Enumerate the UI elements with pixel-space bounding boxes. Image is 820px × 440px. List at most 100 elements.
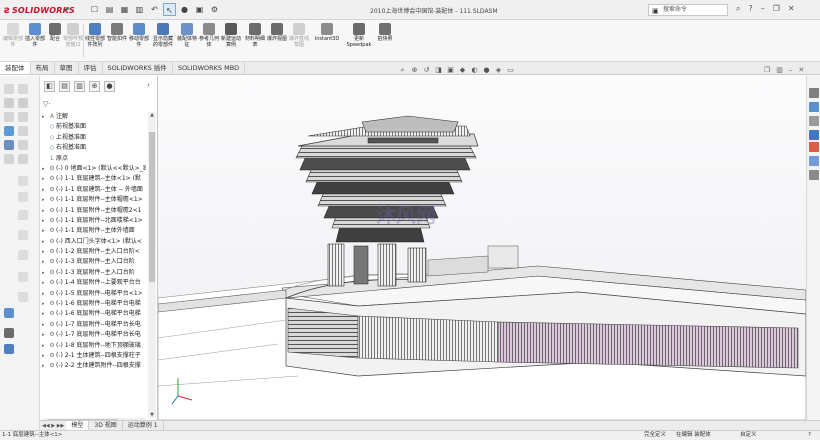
tool-icon[interactable]: [18, 154, 28, 164]
configuration-manager-tab-icon[interactable]: ▥: [74, 81, 85, 92]
tool-icon[interactable]: [18, 84, 28, 94]
rebuild-icon[interactable]: ●: [178, 3, 191, 16]
tree-node[interactable]: ▸ ⚙(-) 1-1 底层附件--北面楼梯<1>: [42, 216, 146, 226]
tool-icon[interactable]: [18, 292, 28, 302]
tree-node[interactable]: ▸ ⚙(-) 1-1 底层建筑--主体 -- 外墙面: [42, 185, 146, 195]
search-commands-input[interactable]: ▣ 搜索命令: [648, 4, 728, 16]
tree-node[interactable]: ▸ ⚙(-) 1-6 底层附件--电梯平台电梯: [42, 299, 146, 309]
scene-icon[interactable]: ◈: [494, 66, 503, 75]
zoom-area-icon[interactable]: ⊕: [410, 66, 419, 75]
tool-icon[interactable]: [4, 126, 14, 136]
help-icon[interactable]: ?: [748, 4, 752, 14]
move-component-button[interactable]: 移动零部件: [128, 23, 150, 48]
tool-icon[interactable]: [18, 230, 28, 240]
tree-node[interactable]: ▸ ⚙(-) 西入口门头字体<1> (默认<: [42, 237, 146, 247]
scrollbar-thumb[interactable]: [149, 132, 155, 282]
feature-tree-tab-icon[interactable]: ◧: [44, 81, 55, 92]
tree-node[interactable]: ▸ ⚙(-) 1-4 底层附件--上要观平台台: [42, 278, 146, 288]
tree-node[interactable]: ▸ ⚙(-) 1-1 底层附件--主体帽檐2<1: [42, 206, 146, 216]
tree-node[interactable]: ▸ A 注解: [42, 112, 146, 122]
options-gear-icon[interactable]: ⚙: [208, 3, 221, 16]
tab-mbd[interactable]: SOLIDWORKS MBD: [173, 62, 246, 74]
tab-addins[interactable]: SOLIDWORKS 插件: [103, 62, 173, 74]
chevron-right-icon[interactable]: ›: [143, 81, 154, 92]
tree-node[interactable]: ▸ ⚙(-) 2-1 主体建筑--四根支撑柱子: [42, 351, 146, 361]
tree-node[interactable]: ▸ ⚙(-) 1-3 底层附件--主入口台阶: [42, 268, 146, 278]
tool-icon[interactable]: [4, 328, 14, 338]
tree-node[interactable]: ◇ 前视基准面: [42, 122, 146, 132]
status-units[interactable]: 自定义: [740, 431, 757, 440]
reference-geometry-button[interactable]: 参考几何体: [198, 23, 220, 48]
new-motion-study-button[interactable]: 新建运动算例: [220, 23, 242, 48]
edit-appearance-icon[interactable]: ●: [482, 66, 491, 75]
instant3d-button[interactable]: Instant3D: [312, 23, 342, 42]
tab-model[interactable]: 模型: [66, 421, 90, 430]
tab-3d-views[interactable]: 3D 视图: [89, 421, 123, 430]
tree-node[interactable]: ▸ ⚙(-) 1-1 底层附件--主体外墙面: [42, 226, 146, 236]
home-icon[interactable]: [809, 88, 819, 98]
close-icon[interactable]: ✕: [788, 4, 795, 14]
viewport-minimize-icon[interactable]: –: [789, 66, 793, 74]
previous-view-icon[interactable]: ↺: [422, 66, 431, 75]
select-icon[interactable]: ↖: [163, 3, 176, 16]
tab-nav-arrows-icon[interactable]: ◀◀ ▶ ▶▶: [40, 423, 66, 429]
graphics-area[interactable]: 沐风网: [158, 76, 806, 420]
tree-node[interactable]: ▸ ⚙(-) 1-6 底层附件--电梯平台电梯: [42, 309, 146, 319]
tree-node[interactable]: ▸ ⚙(-) 1-8 底层附件--地下顶棚玻璃: [42, 341, 146, 351]
tool-icon[interactable]: [18, 140, 28, 150]
update-speedpak-button[interactable]: 更新Speedpak: [344, 23, 374, 48]
tree-node[interactable]: ▸ ⚙(-) 1-2 底层附件--主入口台阶<: [42, 247, 146, 257]
view-orientation-icon[interactable]: ▣: [446, 66, 455, 75]
tab-assembly[interactable]: 装配体: [0, 62, 31, 74]
scroll-up-icon[interactable]: ▲: [148, 112, 156, 118]
tree-node[interactable]: ◇ 右视基准面: [42, 143, 146, 153]
section-view-icon[interactable]: ◨: [434, 66, 443, 75]
tree-node[interactable]: ▸ ⚙(-) 1-1 底层附件--主体帽檐<1>: [42, 195, 146, 205]
zoom-to-fit-icon[interactable]: ⌕: [398, 66, 407, 75]
tab-evaluate[interactable]: 评估: [79, 62, 103, 74]
tree-node[interactable]: ▸ ⚙(-) 1-7 底层附件--电梯平台长电: [42, 320, 146, 330]
file-properties-icon[interactable]: ▣: [193, 3, 206, 16]
tool-icon[interactable]: [18, 112, 28, 122]
dimxpert-tab-icon[interactable]: ⊕: [89, 81, 100, 92]
tool-icon[interactable]: [18, 210, 28, 220]
display-style-icon[interactable]: ◆: [458, 66, 467, 75]
tool-icon[interactable]: [4, 98, 14, 108]
design-library-icon[interactable]: [809, 116, 819, 126]
solidworks-logo[interactable]: ƨ SOLIDWORKS: [4, 3, 75, 17]
exploded-view-button[interactable]: 爆炸视图: [266, 23, 288, 42]
tree-node[interactable]: ▸ ⚙(-) 1-3 底层附件--主入口台阶: [42, 257, 146, 267]
tree-node[interactable]: ▸ ⚙(-) 2-2 主体建筑附件--四根支撑: [42, 361, 146, 371]
tab-motion-study[interactable]: 运动算例 1: [123, 421, 164, 430]
tool-icon[interactable]: [18, 126, 28, 136]
viewport-tile-icon[interactable]: ▥: [776, 66, 783, 74]
resources-icon[interactable]: [809, 102, 819, 112]
solidworks-forum-icon[interactable]: [809, 170, 819, 180]
hide-show-icon[interactable]: ◐: [470, 66, 479, 75]
print-icon[interactable]: ▥: [133, 3, 146, 16]
tool-icon[interactable]: [4, 112, 14, 122]
tool-icon[interactable]: [4, 140, 14, 150]
tree-node[interactable]: ▸ ⚙(-) 1-1 底层建筑--主体<1> (默: [42, 174, 146, 184]
tool-icon[interactable]: [18, 98, 28, 108]
take-snapshot-button[interactable]: 拍快照: [374, 23, 396, 42]
tool-icon[interactable]: [18, 250, 28, 260]
open-document-icon[interactable]: ▤: [103, 3, 116, 16]
viewport-close-icon[interactable]: ✕: [798, 66, 804, 74]
tree-node[interactable]: ▸ ⚙(-) 1-7 底层附件--电梯平台长电: [42, 330, 146, 340]
tool-icon[interactable]: [4, 308, 14, 318]
property-manager-tab-icon[interactable]: ▤: [59, 81, 70, 92]
linear-pattern-button[interactable]: 线性零部件阵列: [84, 23, 106, 48]
bill-of-materials-button[interactable]: 材料明细表: [244, 23, 266, 48]
tree-node[interactable]: ◇ 上视基准面: [42, 133, 146, 143]
minimize-icon[interactable]: –: [761, 4, 765, 14]
tab-layout[interactable]: 布局: [31, 62, 55, 74]
component-preview-button[interactable]: 零部件预览窗口: [62, 23, 84, 48]
status-help[interactable]: ?: [808, 431, 811, 440]
tool-icon[interactable]: [18, 176, 28, 186]
tree-node[interactable]: ▸ ⚙(-) 1-5 底层附件--电梯平台<1>: [42, 289, 146, 299]
tree-vertical-scrollbar[interactable]: ▲ ▼: [148, 112, 156, 418]
smart-fasteners-button[interactable]: 智能扣件: [106, 23, 128, 42]
file-explorer-icon[interactable]: [809, 130, 819, 140]
tool-icon[interactable]: [4, 344, 14, 354]
